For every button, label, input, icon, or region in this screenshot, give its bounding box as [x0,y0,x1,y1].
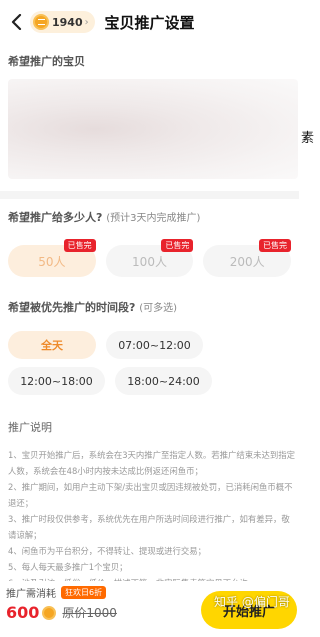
price-row: 600 原价1000 [6,603,117,622]
option-label: 50人 [38,254,66,269]
discount-badge: 狂欢日6折 [61,586,107,599]
option-label: 100人 [132,254,167,269]
time-label: 希望被优先推广的时间段? (可多选) [8,299,291,315]
description-item: 2、推广期间，如用户主动下架/卖出宝贝或因违规被处罚，已消耗闲鱼币概不退还； [8,482,293,508]
coin-icon [42,605,57,620]
audience-option-100[interactable]: 100人 已售完 [105,239,194,277]
sold-out-badge: 已售完 [63,239,96,252]
coin-count: 1940 [52,15,83,29]
price-value: 600 [6,603,40,622]
coin-balance[interactable]: 1940 › [30,11,95,33]
time-option-morning[interactable]: 07:00~12:00 [106,331,203,359]
time-question: 希望被优先推广的时间段? [8,301,136,314]
sold-out-badge: 已售完 [161,239,194,252]
promotion-settings-screen: 1940 › 宝贝推广设置 希望推广的宝贝 希望推广给多少人? (预计3天内完成… [0,0,299,637]
chevron-right-icon: › [84,16,89,28]
audience-question: 希望推广给多少人? [8,211,103,224]
cost-row: 推广需消耗 狂欢日6折 [6,585,107,600]
time-section: 希望被优先推广的时间段? (可多选) 全天 07:00~12:00 12:00~… [0,277,299,395]
description-section: 推广说明 1、宝贝开始推广后，系统会在3天内推广至指定人数。若推广结束未达到指定… [0,395,299,591]
time-options: 全天 07:00~12:00 12:00~18:00 18:00~24:00 [8,331,291,395]
back-button[interactable] [6,11,28,33]
audience-section: 希望推广给多少人? (预计3天内完成推广) 50人 已售完 100人 已售完 2… [0,199,299,277]
product-label: 希望推广的宝贝 [8,55,85,68]
description-item: 3、推广时段仅供参考，系统优先在用户所选时间段进行推广，如有差异，敬请谅解； [8,514,290,540]
chevron-left-icon [11,14,22,30]
watermark: 知乎 @偏门哥 [214,595,290,609]
time-hint: (可多选) [139,303,178,314]
coin-icon [33,14,49,30]
audience-hint: (预计3天内完成推广) [106,213,201,224]
original-price: 原价1000 [62,606,117,620]
audience-label: 希望推广给多少人? (预计3天内完成推广) [8,209,291,225]
sold-out-badge: 已售完 [259,239,292,252]
audience-option-50[interactable]: 50人 已售完 [8,239,96,277]
option-label: 200人 [229,254,265,269]
time-option-all-day[interactable]: 全天 [8,331,96,359]
time-option-afternoon[interactable]: 12:00~18:00 [8,367,105,395]
edge-text: 素 [301,131,315,146]
product-section: 希望推广的宝贝 [0,44,299,179]
description-item: 1、宝贝开始推广后，系统会在3天内推广至指定人数。若推广结束未达到指定人数，系统… [8,450,296,476]
description-item: 5、每人每天最多推广1个宝贝； [8,562,128,572]
cost-label: 推广需消耗 [6,589,56,600]
time-option-evening[interactable]: 18:00~24:00 [115,367,212,395]
audience-option-200[interactable]: 200人 已售完 [203,239,292,277]
product-preview-image[interactable] [8,79,298,179]
top-bar: 1940 › 宝贝推广设置 [0,0,299,44]
description-item: 4、闲鱼币为平台积分，不得转让、提现或进行交易； [8,546,206,556]
divider [0,191,299,199]
audience-options: 50人 已售完 100人 已售完 200人 已售完 [8,239,292,277]
description-title: 推广说明 [8,421,52,434]
description-list: 1、宝贝开始推广后，系统会在3天内推广至指定人数。若推广结束未达到指定人数，系统… [8,447,298,591]
